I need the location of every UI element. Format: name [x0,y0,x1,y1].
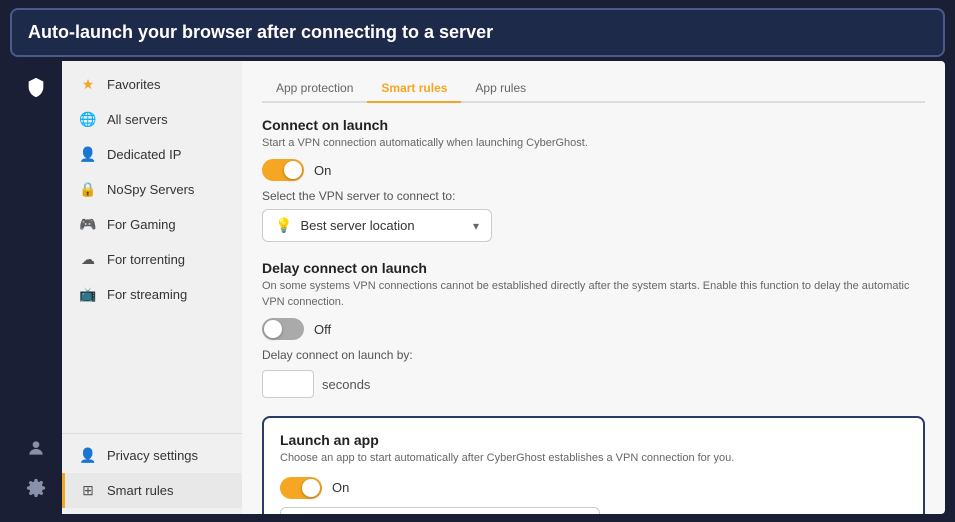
nav-label-nospy: NoSpy Servers [107,182,194,197]
seconds-input[interactable] [262,370,314,398]
tab-label-smart-rules: Smart rules [381,81,447,95]
nav-label-smart-rules: Smart rules [107,483,173,498]
tab-app-rules[interactable]: App rules [461,75,540,103]
connect-on-launch-toggle[interactable] [262,159,304,181]
banner-text: Auto-launch your browser after connectin… [28,22,493,43]
nav-item-gaming[interactable]: 🎮 For Gaming [62,207,242,242]
user-nav-icon[interactable] [18,430,54,466]
nav-item-dedicated-ip[interactable]: 👤 Dedicated IP [62,137,242,172]
nav-label-torrenting: For torrenting [107,252,185,267]
nav-sidebar: ★ Favorites 🌐 All servers 👤 Dedicated IP… [62,61,242,514]
streaming-icon: 📺 [79,286,97,303]
location-icon: 💡 [275,217,292,234]
launch-app-toggle[interactable] [280,477,322,499]
nav-label-favorites: Favorites [107,77,160,92]
toggle-knob [284,161,302,179]
gaming-icon: 🎮 [79,216,97,233]
icon-sidebar-bottom [18,430,54,506]
lock-icon: 🔒 [79,181,97,198]
chevron-down-icon: ▾ [473,219,479,233]
nav-item-favorites[interactable]: ★ Favorites [62,67,242,102]
connect-on-launch-desc: Start a VPN connection automatically whe… [262,136,925,151]
nav-label-dedicated: Dedicated IP [107,147,181,162]
nav-item-all-servers[interactable]: 🌐 All servers [62,102,242,137]
privacy-icon: 👤 [79,447,97,464]
nav-label-all-servers: All servers [107,112,168,127]
tabs-bar: App protection Smart rules App rules [262,75,925,103]
app-area: ★ Favorites 🌐 All servers 👤 Dedicated IP… [10,61,945,514]
smart-rules-icon: ⊞ [79,482,97,499]
dropdown-left: 💡 Best server location [275,217,415,234]
torrent-icon: ☁ [79,251,97,268]
seconds-row: seconds [262,370,925,398]
nav-item-privacy[interactable]: 👤 Privacy settings [62,438,242,473]
nav-item-streaming[interactable]: 📺 For streaming [62,277,242,312]
delay-seconds-label: Delay connect on launch by: [262,348,925,362]
launch-app-toggle-label: On [332,480,349,495]
delay-toggle-row: Off [262,318,925,340]
shield-nav-icon[interactable] [18,69,54,105]
server-select-label: Select the VPN server to connect to: [262,189,925,203]
icon-sidebar-top [18,69,54,105]
connect-on-launch-title: Connect on launch [262,117,925,133]
star-icon: ★ [79,76,97,93]
delay-connect-title: Delay connect on launch [262,260,925,276]
server-location-dropdown[interactable]: 💡 Best server location ▾ [262,209,492,242]
launch-app-toggle-row: On [280,477,907,499]
delay-connect-toggle[interactable] [262,318,304,340]
nav-sidebar-top: ★ Favorites 🌐 All servers 👤 Dedicated IP… [62,67,242,312]
nav-item-nospy[interactable]: 🔒 NoSpy Servers [62,172,242,207]
tab-app-protection[interactable]: App protection [262,75,367,103]
nav-label-privacy: Privacy settings [107,448,198,463]
launch-app-box: Launch an app Choose an app to start aut… [262,416,925,514]
launch-app-knob [302,479,320,497]
nav-sidebar-bottom: 👤 Privacy settings ⊞ Smart rules [62,433,242,508]
globe-icon: 🌐 [79,111,97,128]
dedicated-icon: 👤 [79,146,97,163]
launch-app-title: Launch an app [280,432,907,448]
connect-toggle-row: On [262,159,925,181]
browser-dropdown[interactable]: Open default browser in incognito mode ▾ [280,507,600,514]
delay-toggle-label: Off [314,322,331,337]
icon-sidebar [10,61,62,514]
settings-nav-icon[interactable] [18,470,54,506]
nav-label-streaming: For streaming [107,287,187,302]
main-content: App protection Smart rules App rules Con… [242,61,945,514]
delay-connect-desc: On some systems VPN connections cannot b… [262,279,925,310]
launch-app-desc: Choose an app to start automatically aft… [280,451,907,466]
nav-item-torrenting[interactable]: ☁ For torrenting [62,242,242,277]
banner: Auto-launch your browser after connectin… [10,8,945,57]
connect-on-launch-section: Connect on launch Start a VPN connection… [262,117,925,242]
nav-label-gaming: For Gaming [107,217,176,232]
connect-toggle-label: On [314,163,331,178]
tab-label-app-rules: App rules [475,81,526,95]
seconds-unit: seconds [322,377,370,392]
dropdown-server-text: Best server location [300,218,414,233]
delay-connect-section: Delay connect on launch On some systems … [262,260,925,398]
app-wrapper: Auto-launch your browser after connectin… [0,0,955,522]
tab-label-app-protection: App protection [276,81,353,95]
tab-smart-rules[interactable]: Smart rules [367,75,461,103]
delay-toggle-knob [264,320,282,338]
nav-item-smart-rules[interactable]: ⊞ Smart rules [62,473,242,508]
